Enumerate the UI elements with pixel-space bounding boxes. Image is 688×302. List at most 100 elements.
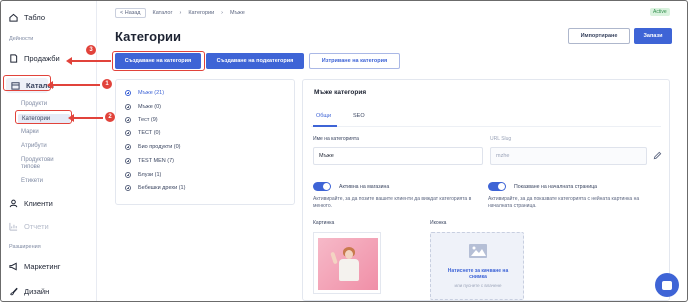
homepage-toggle[interactable] [488, 182, 506, 191]
icon-upload-dropzone[interactable]: Натиснете за качване на снимка или пусне… [430, 232, 524, 300]
nav-design[interactable]: Дизайн [9, 287, 49, 296]
annotation-highlight-categories [15, 110, 72, 124]
home-icon [9, 13, 18, 22]
chat-support-button[interactable] [655, 273, 679, 297]
tab-seo[interactable]: SEO [353, 113, 365, 119]
expand-icon[interactable] [125, 130, 131, 136]
annotation-highlight-catalog [3, 75, 51, 91]
tab-general[interactable]: Общи [316, 113, 331, 119]
chart-icon [9, 222, 18, 231]
tree-item-label: TEST MEN (7) [138, 158, 174, 164]
store-toggle-description: Активирайте, за да позите вашите клиенти… [313, 196, 472, 209]
tree-item[interactable]: TEST MEN (7) [125, 158, 174, 164]
tree-item[interactable]: Бебешки дрехи (1) [125, 185, 185, 191]
homepage-toggle-label: Показване на началната страница [514, 184, 598, 190]
icon-label: Иконка [430, 220, 447, 226]
nav-reports-label: Отчети [24, 222, 49, 231]
image-label: Картинка [313, 220, 335, 226]
category-photo [318, 238, 378, 290]
slug-label: URL Slug [490, 136, 512, 142]
sidebar: Табло Дейности Продажби Каталог Продукти… [1, 1, 97, 301]
tree-item[interactable]: Био продукти (0) [125, 144, 181, 150]
nav-marketing[interactable]: Маркетинг [9, 262, 60, 271]
delete-category-button[interactable]: Изтриване на категория [309, 53, 400, 69]
save-button[interactable]: Запази [634, 28, 672, 44]
expand-icon[interactable] [125, 117, 131, 123]
tree-item-label: Тест (9) [138, 117, 158, 123]
expand-icon[interactable] [125, 104, 131, 110]
homepage-toggle-description: Активирайте, за да показвате категорията… [488, 196, 640, 209]
tree-item[interactable]: Блузи (1) [125, 172, 161, 178]
expand-icon[interactable] [125, 185, 131, 191]
nav-product-types[interactable]: Продуктови типове [21, 157, 65, 171]
brush-icon [9, 287, 18, 296]
category-detail-panel: Мъже категория Общи SEO Име на категория… [302, 79, 670, 301]
tree-item[interactable]: Мъже (0) [125, 104, 161, 110]
breadcrumb-separator-icon: › [221, 10, 223, 16]
name-input[interactable]: Мъже [313, 147, 483, 165]
nav-clients[interactable]: Клиенти [9, 199, 53, 208]
nav-labels[interactable]: Етикети [21, 178, 43, 184]
megaphone-icon [9, 262, 18, 271]
store-visibility-toggle[interactable] [313, 182, 331, 191]
nav-sales-label: Продажби [24, 54, 60, 63]
tree-item[interactable]: Мъже (21) [125, 90, 164, 96]
nav-attributes[interactable]: Атрибути [21, 143, 47, 149]
store-toggle-label: Активна на магазина [339, 184, 390, 190]
tree-item-label: ТЕСТ (0) [138, 130, 161, 136]
breadcrumb: < Назад Каталог › Категории › Мъже [115, 8, 245, 18]
tree-item[interactable]: Тест (9) [125, 117, 158, 123]
upload-link[interactable]: Натиснете за качване на снимка [441, 268, 515, 280]
tree-item-label: Бебешки дрехи (1) [138, 185, 186, 191]
back-button[interactable]: < Назад [115, 8, 146, 18]
nav-products[interactable]: Продукти [21, 101, 47, 107]
nav-dashboard-label: Табло [24, 13, 46, 22]
breadcrumb-separator-icon: › [179, 10, 182, 16]
edit-pencil-icon[interactable] [653, 151, 662, 162]
document-icon [9, 54, 18, 63]
slug-input[interactable]: mzhe [490, 147, 647, 165]
expand-icon[interactable] [125, 158, 131, 164]
page-title: Категории [115, 29, 182, 44]
tree-item-label: Мъже (21) [138, 90, 165, 96]
expand-icon[interactable] [125, 90, 131, 96]
nav-sales[interactable]: Продажби [9, 54, 60, 63]
nav-reports[interactable]: Отчети [9, 222, 49, 231]
breadcrumb-item-categories[interactable]: Категории [188, 10, 214, 16]
category-tree: Мъже (21) Мъже (0) Тест (9) ТЕСТ (0) Био… [115, 79, 295, 205]
annotation-arrow-3 [66, 57, 111, 65]
create-subcategory-button[interactable]: Създаване на подкатегория [206, 53, 304, 69]
annotation-highlight-create [112, 51, 205, 71]
tree-item-label: Био продукти (0) [138, 144, 181, 150]
tab-active-indicator [313, 125, 337, 127]
annotation-arrow-1 [47, 81, 100, 89]
expand-icon[interactable] [125, 172, 131, 178]
nav-design-label: Дизайн [24, 287, 50, 296]
upload-hint: или пуснете с влачене [454, 283, 502, 288]
import-button[interactable]: Импортиране [568, 28, 630, 44]
tree-item-label: Мъже (0) [138, 104, 162, 110]
detail-title: Мъже категория [314, 89, 367, 96]
tree-item-label: Блузи (1) [138, 172, 162, 178]
annotation-arrow-2 [68, 114, 103, 122]
category-image[interactable] [313, 232, 381, 294]
chat-icon [662, 280, 672, 290]
section-activities: Дейности [9, 36, 34, 42]
name-label: Име на категорията [313, 136, 359, 142]
tab-divider [311, 126, 661, 127]
breadcrumb-item-current: Мъже [230, 10, 245, 16]
annotation-badge-3: 3 [85, 44, 97, 56]
users-icon [9, 199, 18, 208]
breadcrumb-item-catalog[interactable]: Каталог [153, 10, 173, 16]
annotation-badge-2: 2 [104, 111, 116, 123]
expand-icon[interactable] [125, 144, 131, 150]
tree-item[interactable]: ТЕСТ (0) [125, 130, 160, 136]
nav-clients-label: Клиенти [24, 199, 53, 208]
nav-brands[interactable]: Марки [21, 129, 39, 135]
status-badge: Active [650, 8, 670, 16]
nav-marketing-label: Маркетинг [24, 262, 61, 271]
annotation-badge-1: 1 [101, 78, 113, 90]
nav-dashboard[interactable]: Табло [9, 13, 45, 22]
section-extensions: Разширения [9, 244, 41, 250]
upload-image-icon [468, 241, 490, 263]
